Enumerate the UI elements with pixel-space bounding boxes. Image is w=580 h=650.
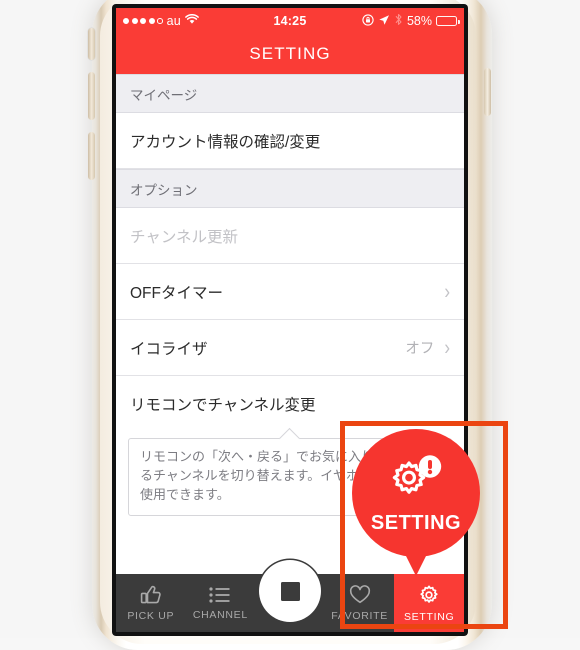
list-item-label: チャンネル更新 — [130, 228, 239, 246]
status-bar-left: au — [123, 13, 199, 28]
location-arrow-icon — [378, 14, 390, 29]
tooltip-container: リモコンの「次へ・戻る」でお気に入り登録しているチャンネルを切り替えます。イヤホ… — [116, 432, 464, 526]
battery-icon — [436, 16, 460, 26]
list-item-value: オフ — [405, 341, 435, 357]
thumbs-up-icon — [140, 585, 162, 605]
list-item-label: リモコンでチャンネル変更 — [130, 397, 316, 414]
volume-up-button[interactable] — [88, 72, 95, 120]
device-photo-backdrop: au 14:25 58% SETTING マイページ アカウント情報の確認/変更… — [0, 0, 580, 650]
list-item-off-timer[interactable]: OFFタイマー › — [116, 264, 464, 320]
chevron-right-icon: › — [444, 335, 450, 360]
list-item-equalizer[interactable]: イコライザ オフ › — [116, 320, 464, 376]
tab-label: PICK UP — [127, 609, 175, 622]
settings-list: マイページ アカウント情報の確認/変更 オプション チャンネル更新 OFFタイマ… — [116, 74, 464, 574]
list-item-label: イコライザ — [130, 340, 208, 358]
chevron-right-icon: › — [444, 279, 450, 304]
tab-label: CHANNEL — [192, 608, 248, 621]
status-bar: au 14:25 58% — [116, 8, 464, 34]
list-item-remote-channel-change[interactable]: リモコンでチャンネル変更 — [116, 376, 464, 432]
power-button[interactable] — [484, 68, 491, 116]
heart-icon — [349, 584, 371, 605]
list-icon — [209, 586, 231, 604]
signal-strength-icon — [123, 18, 163, 24]
app-screen: au 14:25 58% SETTING マイページ アカウント情報の確認/変更… — [116, 8, 464, 632]
list-item-channel-update[interactable]: チャンネル更新 — [116, 208, 464, 264]
status-bar-right: 58% — [362, 13, 460, 29]
stop-button[interactable] — [259, 560, 321, 622]
section-header-option: オプション — [116, 169, 464, 208]
list-item-label: アカウント情報の確認/変更 — [130, 133, 321, 151]
list-item-account-info[interactable]: アカウント情報の確認/変更 — [116, 113, 464, 169]
wifi-icon — [185, 13, 199, 28]
tab-setting[interactable]: SETTING — [394, 574, 464, 632]
carrier-label: au — [166, 14, 181, 28]
battery-percent-label: 58% — [406, 14, 432, 28]
bluetooth-icon — [394, 13, 403, 29]
tab-bar: PICK UP CHANNEL FAVORITE SETTING — [116, 560, 464, 632]
tab-label: FAVORITE — [331, 609, 388, 622]
section-header-mypage: マイページ — [116, 74, 464, 113]
tab-channel[interactable]: CHANNEL — [186, 574, 256, 632]
volume-down-button[interactable] — [88, 132, 95, 180]
tooltip-remote-channel-change: リモコンの「次へ・戻る」でお気に入り登録しているチャンネルを切り替えます。イヤホ… — [128, 438, 452, 516]
rotation-lock-icon — [362, 13, 374, 29]
mute-switch[interactable] — [88, 28, 95, 60]
page-title: SETTING — [116, 34, 464, 74]
tab-pick-up[interactable]: PICK UP — [116, 574, 186, 632]
tab-favorite[interactable]: FAVORITE — [325, 574, 395, 632]
tab-label: SETTING — [403, 610, 455, 623]
stop-icon — [280, 581, 300, 601]
list-item-label: OFFタイマー — [130, 284, 223, 302]
gear-icon — [418, 584, 440, 606]
